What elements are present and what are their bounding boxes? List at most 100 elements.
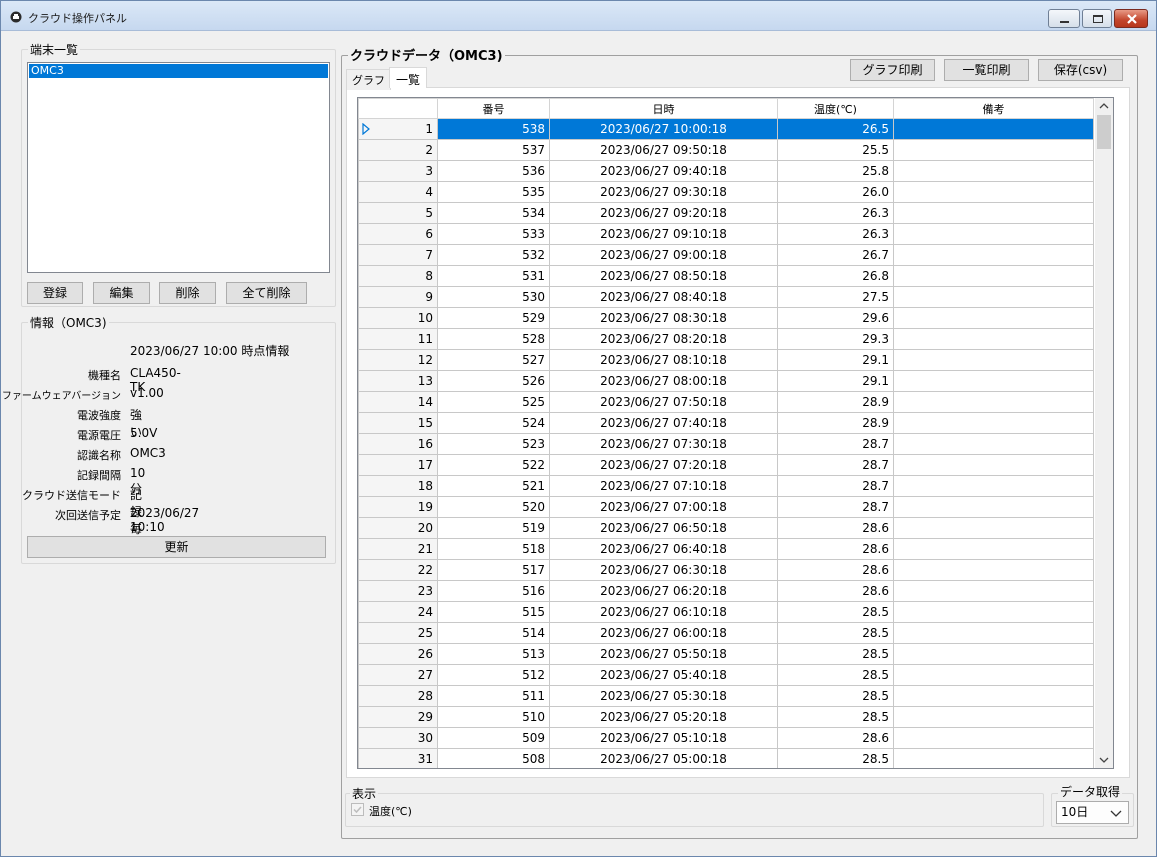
scroll-up-icon[interactable] bbox=[1095, 98, 1113, 114]
temperature-checkbox[interactable] bbox=[351, 803, 364, 816]
cell-datetime[interactable]: 2023/06/27 09:50:18 bbox=[549, 139, 778, 161]
cell-remarks[interactable] bbox=[893, 244, 1094, 266]
cell-datetime[interactable]: 2023/06/27 09:40:18 bbox=[549, 160, 778, 182]
cell-remarks[interactable] bbox=[893, 517, 1094, 539]
scrollbar-thumb[interactable] bbox=[1097, 115, 1111, 149]
cell-datetime[interactable]: 2023/06/27 08:20:18 bbox=[549, 328, 778, 350]
table-row[interactable]: 23 516 2023/06/27 06:20:18 28.6 bbox=[358, 580, 1094, 602]
vertical-scrollbar[interactable] bbox=[1095, 98, 1113, 768]
cell-number[interactable]: 517 bbox=[437, 559, 550, 581]
row-header[interactable]: 12 bbox=[358, 349, 438, 371]
row-header[interactable]: 23 bbox=[358, 580, 438, 602]
table-row[interactable]: 6 533 2023/06/27 09:10:18 26.3 bbox=[358, 223, 1094, 245]
cell-temperature[interactable]: 28.5 bbox=[777, 685, 894, 707]
cell-number[interactable]: 511 bbox=[437, 685, 550, 707]
cell-datetime[interactable]: 2023/06/27 07:30:18 bbox=[549, 433, 778, 455]
table-row[interactable]: 16 523 2023/06/27 07:30:18 28.7 bbox=[358, 433, 1094, 455]
cell-datetime[interactable]: 2023/06/27 06:00:18 bbox=[549, 622, 778, 644]
cell-temperature[interactable]: 28.9 bbox=[777, 412, 894, 434]
cell-number[interactable]: 535 bbox=[437, 181, 550, 203]
cell-datetime[interactable]: 2023/06/27 06:50:18 bbox=[549, 517, 778, 539]
cell-datetime[interactable]: 2023/06/27 05:50:18 bbox=[549, 643, 778, 665]
table-row[interactable]: 7 532 2023/06/27 09:00:18 26.7 bbox=[358, 244, 1094, 266]
cell-number[interactable]: 514 bbox=[437, 622, 550, 644]
cell-remarks[interactable] bbox=[893, 139, 1094, 161]
cell-datetime[interactable]: 2023/06/27 08:10:18 bbox=[549, 349, 778, 371]
cell-temperature[interactable]: 28.7 bbox=[777, 496, 894, 518]
data-fetch-select[interactable]: 10日 bbox=[1056, 801, 1129, 824]
cell-temperature[interactable]: 26.5 bbox=[777, 118, 894, 140]
cell-number[interactable]: 515 bbox=[437, 601, 550, 623]
cell-remarks[interactable] bbox=[893, 664, 1094, 686]
cell-temperature[interactable]: 25.8 bbox=[777, 160, 894, 182]
maximize-button[interactable] bbox=[1082, 9, 1112, 28]
cell-datetime[interactable]: 2023/06/27 07:50:18 bbox=[549, 391, 778, 413]
delete-button[interactable]: 削除 bbox=[159, 282, 216, 304]
cell-number[interactable]: 512 bbox=[437, 664, 550, 686]
table-row[interactable]: 17 522 2023/06/27 07:20:18 28.7 bbox=[358, 454, 1094, 476]
cell-number[interactable]: 509 bbox=[437, 727, 550, 749]
cell-temperature[interactable]: 28.6 bbox=[777, 538, 894, 560]
cell-temperature[interactable]: 28.9 bbox=[777, 391, 894, 413]
update-button[interactable]: 更新 bbox=[27, 536, 326, 558]
cell-remarks[interactable] bbox=[893, 643, 1094, 665]
cell-remarks[interactable] bbox=[893, 601, 1094, 623]
row-header[interactable]: 26 bbox=[358, 643, 438, 665]
cell-number[interactable]: 524 bbox=[437, 412, 550, 434]
table-row[interactable]: 28 511 2023/06/27 05:30:18 28.5 bbox=[358, 685, 1094, 707]
cell-datetime[interactable]: 2023/06/27 06:20:18 bbox=[549, 580, 778, 602]
cell-temperature[interactable]: 29.6 bbox=[777, 307, 894, 329]
cell-temperature[interactable]: 28.6 bbox=[777, 727, 894, 749]
cell-remarks[interactable] bbox=[893, 454, 1094, 476]
row-header[interactable]: 11 bbox=[358, 328, 438, 350]
col-header-number[interactable]: 番号 bbox=[437, 98, 550, 119]
table-row[interactable]: 3 536 2023/06/27 09:40:18 25.8 bbox=[358, 160, 1094, 182]
cell-number[interactable]: 516 bbox=[437, 580, 550, 602]
cell-temperature[interactable]: 28.7 bbox=[777, 454, 894, 476]
cell-number[interactable]: 510 bbox=[437, 706, 550, 728]
cell-remarks[interactable] bbox=[893, 286, 1094, 308]
row-header[interactable]: 6 bbox=[358, 223, 438, 245]
register-button[interactable]: 登録 bbox=[27, 282, 83, 304]
cell-remarks[interactable] bbox=[893, 181, 1094, 203]
cell-temperature[interactable]: 28.5 bbox=[777, 601, 894, 623]
table-row[interactable]: 22 517 2023/06/27 06:30:18 28.6 bbox=[358, 559, 1094, 581]
cell-datetime[interactable]: 2023/06/27 08:40:18 bbox=[549, 286, 778, 308]
edit-button[interactable]: 編集 bbox=[93, 282, 150, 304]
close-button[interactable] bbox=[1114, 9, 1148, 28]
cell-remarks[interactable] bbox=[893, 391, 1094, 413]
cell-number[interactable]: 537 bbox=[437, 139, 550, 161]
cell-temperature[interactable]: 26.3 bbox=[777, 202, 894, 224]
cell-datetime[interactable]: 2023/06/27 07:40:18 bbox=[549, 412, 778, 434]
table-row[interactable]: 5 534 2023/06/27 09:20:18 26.3 bbox=[358, 202, 1094, 224]
table-row[interactable]: 12 527 2023/06/27 08:10:18 29.1 bbox=[358, 349, 1094, 371]
row-header[interactable]: 25 bbox=[358, 622, 438, 644]
cell-number[interactable]: 534 bbox=[437, 202, 550, 224]
table-row[interactable]: 19 520 2023/06/27 07:00:18 28.7 bbox=[358, 496, 1094, 518]
table-row[interactable]: 10 529 2023/06/27 08:30:18 29.6 bbox=[358, 307, 1094, 329]
cell-temperature[interactable]: 26.3 bbox=[777, 223, 894, 245]
table-row[interactable]: 15 524 2023/06/27 07:40:18 28.9 bbox=[358, 412, 1094, 434]
table-row[interactable]: 26 513 2023/06/27 05:50:18 28.5 bbox=[358, 643, 1094, 665]
cell-datetime[interactable]: 2023/06/27 05:40:18 bbox=[549, 664, 778, 686]
row-header[interactable]: 30 bbox=[358, 727, 438, 749]
scroll-down-icon[interactable] bbox=[1095, 752, 1113, 768]
cell-remarks[interactable] bbox=[893, 370, 1094, 392]
cell-temperature[interactable]: 28.6 bbox=[777, 580, 894, 602]
device-listbox[interactable]: OMC3 bbox=[27, 62, 330, 273]
row-header[interactable]: 7 bbox=[358, 244, 438, 266]
row-header[interactable]: 8 bbox=[358, 265, 438, 287]
cell-number[interactable]: 513 bbox=[437, 643, 550, 665]
cell-datetime[interactable]: 2023/06/27 05:00:18 bbox=[549, 748, 778, 768]
row-header[interactable]: 2 bbox=[358, 139, 438, 161]
cell-temperature[interactable]: 28.6 bbox=[777, 559, 894, 581]
cell-number[interactable]: 530 bbox=[437, 286, 550, 308]
row-header[interactable]: 17 bbox=[358, 454, 438, 476]
cell-number[interactable]: 538 bbox=[437, 118, 550, 140]
cell-remarks[interactable] bbox=[893, 160, 1094, 182]
cell-remarks[interactable] bbox=[893, 706, 1094, 728]
table-row[interactable]: 13 526 2023/06/27 08:00:18 29.1 bbox=[358, 370, 1094, 392]
cell-datetime[interactable]: 2023/06/27 07:00:18 bbox=[549, 496, 778, 518]
row-header[interactable]: 10 bbox=[358, 307, 438, 329]
cell-datetime[interactable]: 2023/06/27 06:10:18 bbox=[549, 601, 778, 623]
